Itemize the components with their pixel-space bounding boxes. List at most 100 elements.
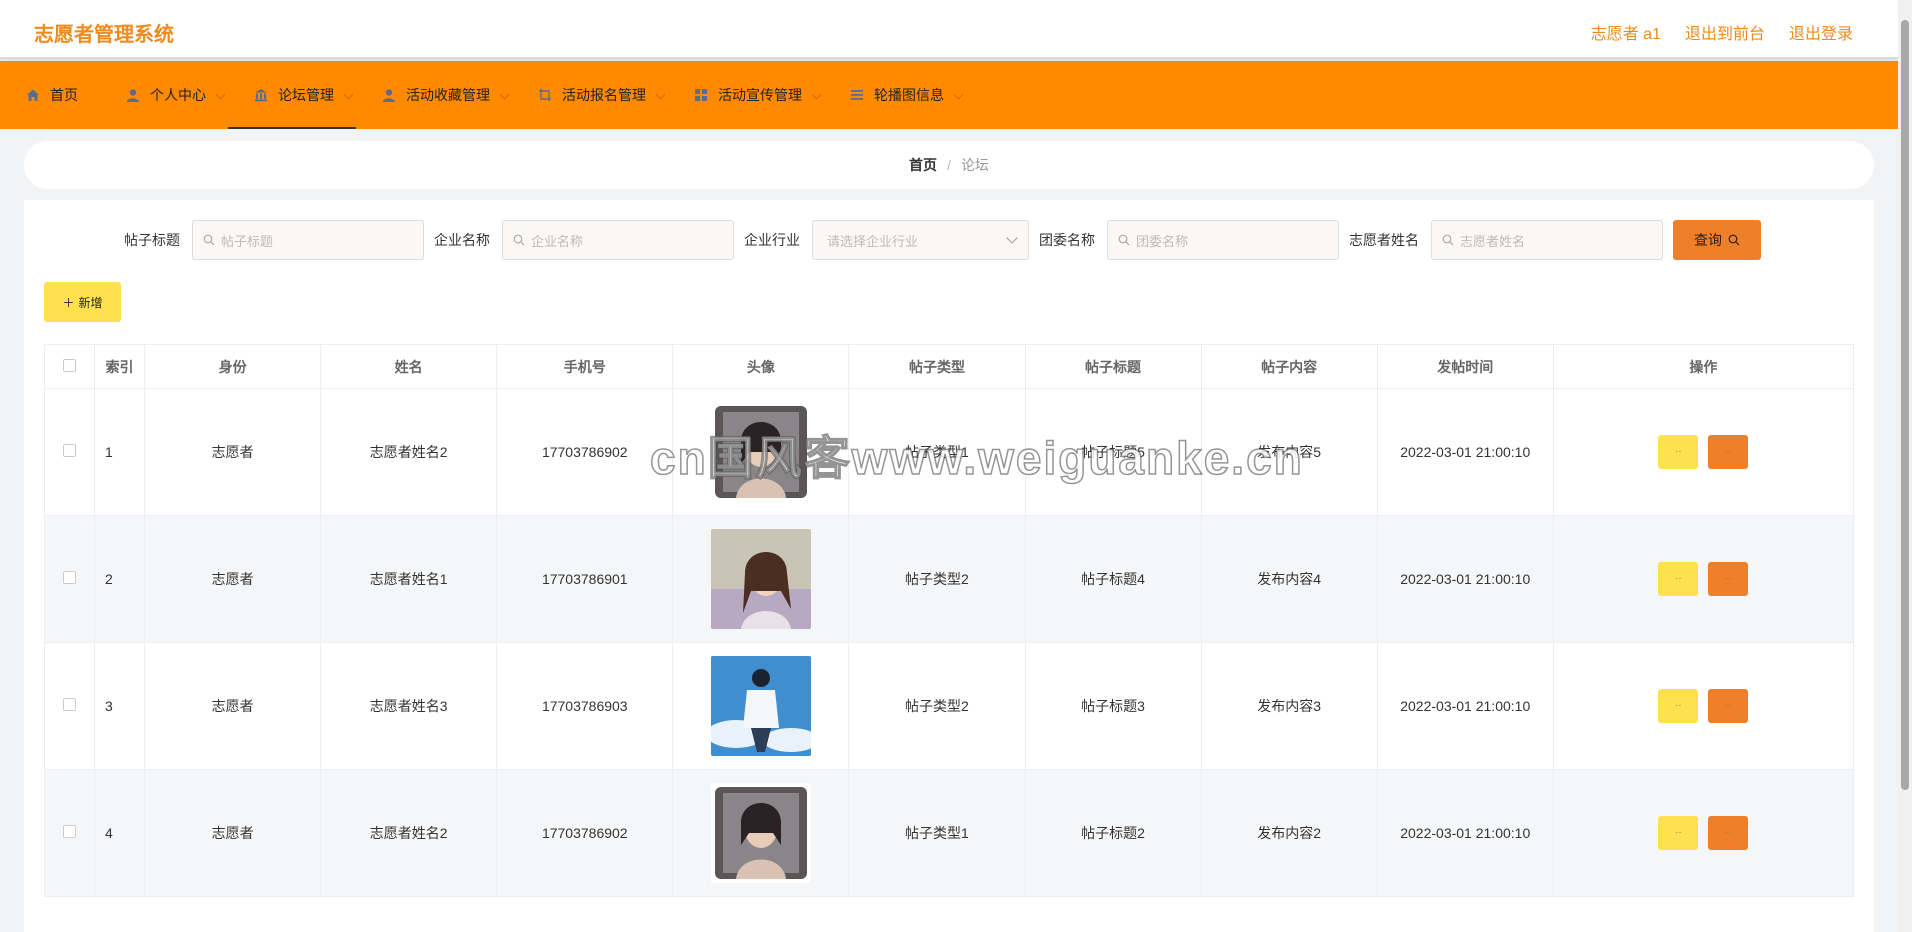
nav-label: 轮播图信息	[874, 87, 944, 103]
nav-label: 论坛管理	[278, 87, 334, 103]
edit-button[interactable]: ··	[1658, 689, 1699, 723]
app-title: 志愿者管理系统	[34, 24, 174, 46]
row-actions: ·· ··	[1552, 388, 1855, 516]
column-header: 帖子类型	[848, 344, 1026, 389]
row-time: 2022-03-01 21:00:10	[1376, 642, 1554, 770]
edit-button[interactable]: ··	[1658, 816, 1699, 850]
page-scrollbar[interactable]	[1898, 0, 1912, 932]
volunteer-name-input[interactable]: 志愿者姓名	[1431, 220, 1663, 260]
chevron-down-icon	[1006, 232, 1018, 244]
add-label: 新增	[78, 295, 103, 310]
row-checkbox[interactable]	[63, 571, 76, 584]
row-index: 2	[94, 515, 146, 643]
nav-item-personal[interactable]: 个人中心	[122, 61, 228, 129]
add-button[interactable]: ＋ 新增	[44, 282, 121, 322]
column-header: 手机号	[496, 344, 674, 389]
breadcrumb: 首页 / 论坛	[24, 141, 1874, 189]
delete-button[interactable]: ··	[1708, 689, 1749, 723]
row-time: 2022-03-01 21:00:10	[1376, 769, 1554, 897]
scrollbar-thumb[interactable]	[1901, 20, 1909, 790]
row-actions: ·· ··	[1552, 515, 1855, 643]
nav-label: 活动报名管理	[562, 87, 646, 103]
column-header: 头像	[672, 344, 850, 389]
company-placeholder: 企业名称	[531, 233, 584, 249]
chevron-down-icon	[343, 89, 354, 100]
chevron-down-icon	[499, 89, 510, 100]
row-checkbox[interactable]	[63, 698, 76, 711]
nav-item-promotion[interactable]: 活动宣传管理	[690, 61, 824, 129]
row-phone: 17703786903	[496, 642, 674, 770]
column-header: 操作	[1552, 344, 1855, 389]
forum-table: 索引 身份 姓名 手机号 头像 帖子类型 帖子标题 帖子内容 发帖时间 操作 1…	[43, 344, 1855, 897]
nav-label: 活动收藏管理	[406, 87, 490, 103]
content-panel: 帖子标题 帖子标题 企业名称 企业名称 企业行业 请选择企业行业 团委名称 团委…	[24, 200, 1874, 932]
row-checkbox[interactable]	[63, 825, 76, 838]
row-actions: ·· ··	[1552, 769, 1855, 897]
row-time: 2022-03-01 21:00:10	[1376, 515, 1554, 643]
row-content: 发布内容2	[1200, 769, 1378, 897]
avatar	[710, 529, 811, 629]
home-icon	[26, 88, 40, 102]
breadcrumb-separator: /	[947, 157, 951, 173]
search-icon	[1728, 234, 1740, 246]
column-header: 索引	[94, 344, 146, 389]
row-phone: 17703786902	[496, 769, 674, 897]
breadcrumb-current: 论坛	[960, 157, 989, 173]
industry-select[interactable]: 请选择企业行业	[812, 220, 1029, 260]
company-input[interactable]: 企业名称	[502, 220, 734, 260]
row-title: 帖子标题2	[1024, 769, 1202, 897]
select-all-header[interactable]	[43, 344, 96, 389]
search-form: 帖子标题 帖子标题 企业名称 企业名称 企业行业 请选择企业行业 团委名称 团委…	[24, 220, 1874, 260]
row-name: 志愿者姓名3	[320, 642, 498, 770]
nav-label: 个人中心	[150, 87, 206, 103]
row-title: 帖子标题4	[1024, 515, 1202, 643]
current-user[interactable]: 志愿者 a1	[1591, 20, 1661, 44]
column-header: 帖子内容	[1200, 344, 1378, 389]
query-button[interactable]: 查询	[1673, 220, 1761, 260]
nav-item-favorites[interactable]: 活动收藏管理	[378, 61, 512, 129]
avatar	[710, 783, 811, 883]
nav-item-forum[interactable]: 论坛管理	[228, 61, 356, 129]
exit-to-front-link[interactable]: 退出到前台	[1685, 20, 1765, 44]
edit-button[interactable]: ··	[1658, 435, 1699, 469]
league-input[interactable]: 团委名称	[1107, 220, 1339, 260]
edit-button[interactable]: ··	[1658, 562, 1699, 596]
row-index: 1	[94, 388, 146, 516]
row-type: 帖子类型1	[848, 769, 1026, 897]
row-checkbox[interactable]	[63, 444, 76, 457]
nav-item-carousel[interactable]: 轮播图信息	[846, 61, 966, 129]
list-icon	[850, 88, 864, 102]
delete-button[interactable]: ··	[1708, 435, 1749, 469]
chevron-down-icon	[953, 89, 964, 100]
nav-label: 首页	[50, 87, 78, 103]
column-header: 姓名	[320, 344, 498, 389]
volunteer-name-label: 志愿者姓名	[1349, 232, 1419, 248]
nav-item-signup[interactable]: 活动报名管理	[534, 61, 668, 129]
row-role: 志愿者	[144, 388, 322, 516]
row-content: 发布内容5	[1200, 388, 1378, 516]
volunteer-name-placeholder: 志愿者姓名	[1460, 233, 1526, 249]
row-time: 2022-03-01 21:00:10	[1376, 388, 1554, 516]
search-icon	[513, 234, 525, 246]
grid-icon	[694, 88, 708, 102]
search-icon	[1118, 234, 1130, 246]
row-content: 发布内容3	[1200, 642, 1378, 770]
search-icon	[203, 234, 215, 246]
row-index: 3	[94, 642, 146, 770]
select-all-checkbox[interactable]	[63, 358, 76, 372]
plus-icon: ＋	[62, 295, 75, 310]
nav-item-home[interactable]: 首页	[22, 61, 100, 129]
row-title: 帖子标题3	[1024, 642, 1202, 770]
logout-link[interactable]: 退出登录	[1789, 20, 1853, 44]
delete-button[interactable]: ··	[1708, 562, 1749, 596]
row-role: 志愿者	[144, 769, 322, 897]
row-index: 4	[94, 769, 146, 897]
league-label: 团委名称	[1039, 232, 1095, 248]
delete-button[interactable]: ··	[1708, 816, 1749, 850]
row-name: 志愿者姓名1	[320, 515, 498, 643]
row-type: 帖子类型2	[848, 642, 1026, 770]
column-header: 发帖时间	[1376, 344, 1554, 389]
post-title-input[interactable]: 帖子标题	[192, 220, 424, 260]
breadcrumb-home[interactable]: 首页	[909, 155, 937, 175]
nav-label: 活动宣传管理	[718, 87, 802, 103]
